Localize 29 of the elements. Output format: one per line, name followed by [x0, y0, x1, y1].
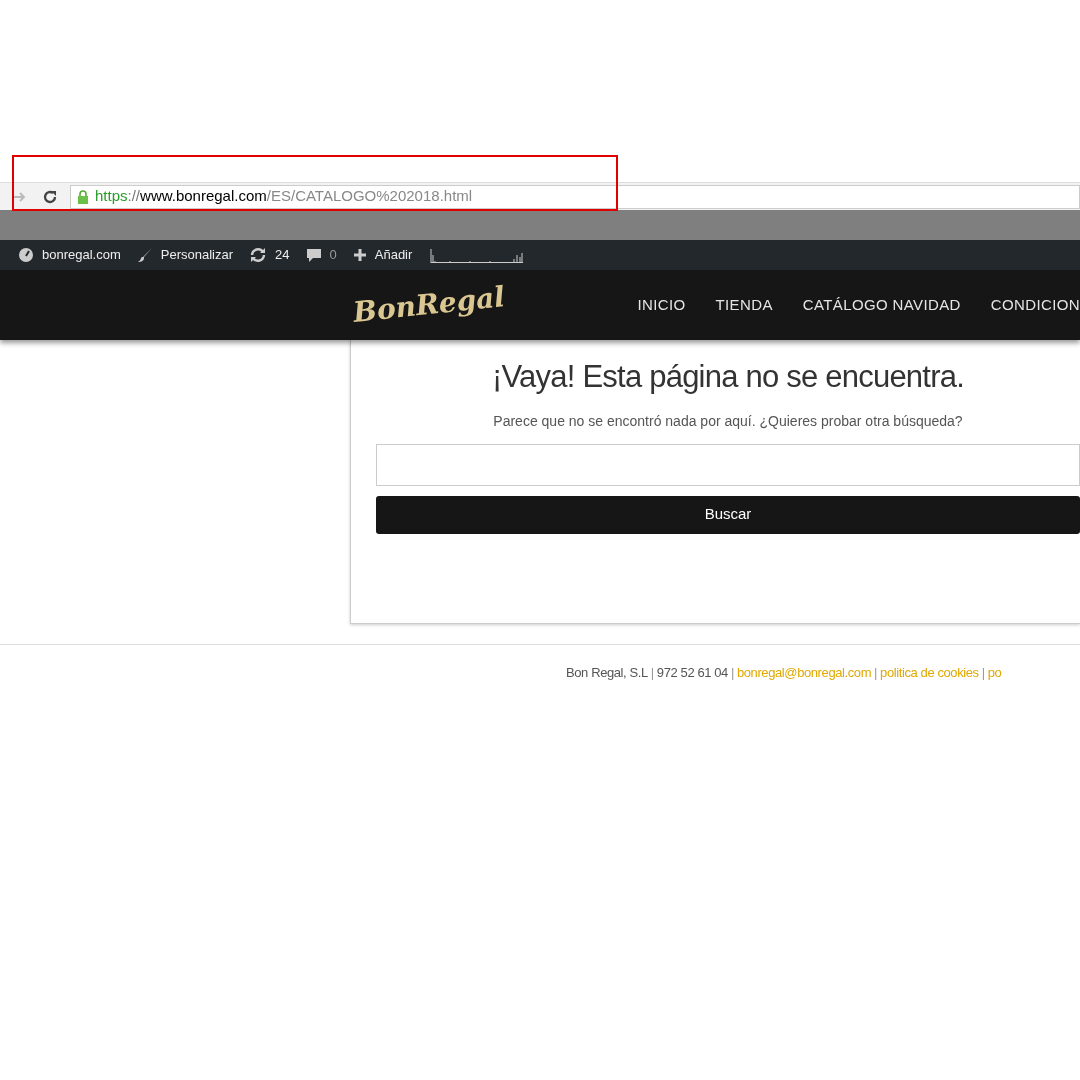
- footer-text: 972 52 61 04: [656, 664, 728, 682]
- separator: |: [980, 664, 986, 682]
- forward-icon[interactable]: [12, 189, 28, 204]
- refresh-icon: [249, 247, 268, 263]
- nav-link[interactable]: CATÁLOGO NAVIDAD: [802, 293, 961, 317]
- not-found-message: Parece que no se encontró nada por aquí. ¿Quieres probar otra búsqueda?: [493, 411, 963, 431]
- address-bar[interactable]: https://www.bonregal.com/ES/CATALOGO%202018.html: [70, 184, 1080, 209]
- reload-icon[interactable]: [42, 188, 58, 205]
- search-button[interactable]: Buscar: [376, 495, 1080, 534]
- admin-bar-item[interactable]: Personalizar: [160, 245, 234, 265]
- logo[interactable]: BonRegal: [351, 280, 507, 330]
- separator: |: [649, 664, 655, 682]
- nav-link[interactable]: TIENDA: [715, 293, 773, 317]
- nav-link[interactable]: CONDICION: [990, 293, 1080, 317]
- admin-bar-item[interactable]: 24: [275, 245, 290, 265]
- search-field[interactable]: [376, 443, 1080, 486]
- plus-icon: [352, 248, 367, 262]
- separator: |: [873, 664, 879, 682]
- page-title: ¡Vaya! Esta página no se encuentra.: [491, 358, 965, 396]
- admin-bar-item[interactable]: bonregal.com: [42, 245, 121, 265]
- admin-bar-item[interactable]: 0: [329, 245, 337, 265]
- speech-bubble-icon: [305, 247, 322, 263]
- admin-bar-item[interactable]: Añadir: [374, 245, 413, 265]
- url-text: https://www.bonregal.com/ES/CATALOGO%202018.html: [95, 186, 473, 207]
- lock-icon: [77, 189, 89, 204]
- nav-link[interactable]: INICIO: [637, 293, 686, 317]
- separator: |: [729, 664, 735, 682]
- footer-text: Bon Regal, S.L: [566, 664, 648, 682]
- gauge-icon: [18, 247, 34, 263]
